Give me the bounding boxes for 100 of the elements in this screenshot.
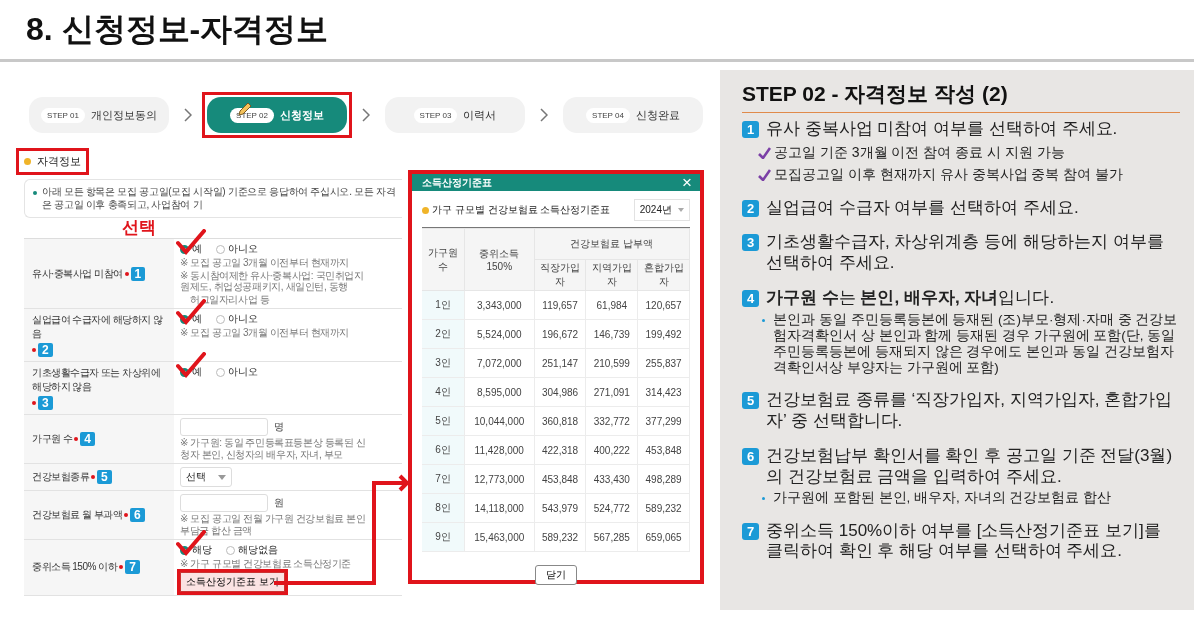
table-cell: 61,984 bbox=[585, 290, 638, 320]
radio-option[interactable]: 예 bbox=[180, 312, 202, 326]
table-cell: 304,986 bbox=[534, 377, 586, 407]
table-cell: 589,232 bbox=[534, 522, 586, 552]
close-button[interactable]: × bbox=[682, 174, 692, 191]
field-label: 기초생활수급자 또는 차상위에 해당하지 않음 bbox=[32, 366, 162, 394]
step-number: 7 bbox=[125, 560, 140, 575]
table-cell: 10,044,000 bbox=[464, 406, 535, 436]
field-label: 중위소득 150% 이하 bbox=[32, 560, 118, 575]
table-cell: 1인 bbox=[422, 290, 465, 320]
radio-option[interactable]: 아니오 bbox=[216, 242, 258, 256]
table-cell: 271,091 bbox=[585, 377, 638, 407]
select-field[interactable]: 선택 bbox=[180, 467, 232, 487]
radio-option[interactable]: 해당없음 bbox=[226, 543, 278, 557]
table-cell: 12,773,000 bbox=[464, 464, 535, 494]
hint-text: ※ 가구원: 동일 주민등록표등본상 등록된 신청자 본인, 신청자의 배우자, 자녀, 부모 bbox=[180, 437, 367, 460]
instruction-detail: 모집공고일 이후 현재까지 유사 중복사업 중복 참여 불가 bbox=[774, 165, 1124, 184]
table-cell: 453,848 bbox=[637, 435, 690, 465]
step-number: 6 bbox=[130, 508, 145, 522]
table-cell: 332,772 bbox=[585, 406, 638, 436]
required-dot-icon bbox=[91, 475, 95, 479]
check-mark-icon bbox=[758, 168, 771, 181]
table-cell: 3인 bbox=[422, 348, 465, 378]
table-cell: 255,837 bbox=[637, 348, 690, 378]
step-tab[interactable]: STEP 04 신청완료 bbox=[563, 97, 703, 133]
slide-title: 8. 신청정보-자격정보 bbox=[26, 9, 329, 49]
close-button[interactable]: 닫기 bbox=[535, 565, 577, 585]
instruction-text: 가구원 수는 본인, 배우자, 자녀입니다. bbox=[766, 287, 1055, 309]
table-title: 가구 규모별 건강보험료 소득산정기준표 bbox=[422, 203, 611, 217]
table-cell: 8,595,000 bbox=[464, 377, 535, 407]
table-cell: 146,739 bbox=[585, 319, 638, 349]
guide-title: STEP 02 - 자격정보 작성 (2) bbox=[742, 80, 1180, 113]
criteria-button[interactable]: 소득산정기준표 보기 bbox=[180, 571, 285, 592]
table-cell: 589,232 bbox=[637, 493, 690, 523]
hint-text: ※ 모집 공고일 3개월 이전부터 현재까지 bbox=[180, 327, 351, 339]
instruction-detail: 가구원에 포함된 본인, 배우자, 자녀의 건강보험료 합산 bbox=[773, 490, 1111, 507]
table-cell: 9인 bbox=[422, 522, 465, 552]
table-cell: 8인 bbox=[422, 493, 465, 523]
year-select[interactable]: 2024년 bbox=[633, 199, 690, 221]
table-cell: 251,147 bbox=[534, 348, 586, 378]
input-field[interactable] bbox=[180, 494, 268, 512]
table-cell: 377,299 bbox=[637, 406, 690, 436]
step-number: 5 bbox=[742, 392, 759, 410]
column-header: 혼합가입자 bbox=[637, 259, 690, 291]
annotation-text: 선택 bbox=[122, 218, 156, 237]
notice-text: 아래 모든 항목은 모집 공고일(모집 시작일) 기준으로 응답하여 주십시오. 모든 자격은 공고일 이후 충족되고, 사업참여 기 bbox=[42, 186, 396, 211]
section-heading: 자격정보 bbox=[16, 148, 89, 175]
instruction-text: 건강보험납부 확인서를 확인 후 공고일 기준 전달(3월)의 건강보험료 금액을 입력하여 주세요. bbox=[766, 445, 1174, 488]
column-header: 지역가입자 bbox=[585, 259, 638, 291]
field-label: 가구원 수 bbox=[32, 432, 73, 446]
radio-option[interactable]: 아니오 bbox=[216, 312, 258, 326]
chevron-icon bbox=[362, 108, 370, 122]
step-number: 4 bbox=[742, 289, 759, 307]
step-tab[interactable]: STEP 01 개인정보동의 bbox=[29, 97, 169, 133]
table-cell: 567,285 bbox=[585, 522, 638, 552]
step-number: 2 bbox=[742, 199, 759, 217]
step-tab[interactable]: STEP 03 이력서 bbox=[385, 97, 525, 133]
step-number: 4 bbox=[80, 432, 95, 446]
required-dot-icon bbox=[74, 437, 79, 441]
table-cell: 659,065 bbox=[637, 522, 690, 552]
radio-option[interactable]: 예 bbox=[180, 242, 202, 256]
table-cell: 120,657 bbox=[637, 290, 690, 320]
table-cell: 453,848 bbox=[534, 464, 586, 494]
required-dot-icon bbox=[119, 565, 124, 570]
table-cell: 543,979 bbox=[534, 493, 586, 523]
hint-text: ※ 모집 공고일 전월 가구원 건강보험료 본인부담금 합산 금액 bbox=[180, 513, 367, 536]
required-dot-icon bbox=[32, 401, 36, 405]
radio-option[interactable]: 해당 bbox=[180, 543, 212, 557]
step-number: 3 bbox=[742, 234, 759, 252]
column-group-header: 건강보험료 납부액 bbox=[534, 228, 690, 260]
unit-label: 원 bbox=[274, 496, 284, 510]
chevron-icon bbox=[540, 108, 548, 122]
step-number: 6 bbox=[742, 447, 759, 465]
table-cell: 2인 bbox=[422, 319, 465, 349]
hint-text: 허그일자리사업 등 bbox=[189, 293, 271, 305]
required-dot-icon bbox=[32, 348, 36, 352]
column-header: 중위소득 150% bbox=[464, 228, 535, 291]
radio-option[interactable]: 아니오 bbox=[216, 365, 258, 379]
table-cell: 360,818 bbox=[534, 406, 586, 436]
instruction-text: 실업급여 수급자 여부를 선택하여 주세요. bbox=[766, 197, 1079, 219]
chevron-icon bbox=[184, 108, 192, 122]
modal-title: 소득산정기준표 bbox=[422, 175, 492, 190]
hint-text: ※ 모집 공고일 3개월 이전부터 현재까지 bbox=[180, 257, 351, 269]
table-cell: 14,118,000 bbox=[464, 493, 535, 523]
instruction-text: 건강보험료 종류를 ‘직장가입자, 지역가입자, 혼합가입자’ 중 선택합니다. bbox=[766, 390, 1174, 432]
table-cell: 433,430 bbox=[585, 464, 638, 494]
radio-option[interactable]: 예 bbox=[180, 365, 202, 379]
required-dot-icon bbox=[124, 271, 129, 276]
input-field[interactable] bbox=[180, 418, 268, 436]
table-cell: 210,599 bbox=[585, 348, 638, 378]
field-label: 건강보험종류 bbox=[32, 470, 89, 484]
instruction-text: 유사 중복사업 미참여 여부를 선택하여 주세요. bbox=[766, 119, 1118, 140]
field-label: 유사·중복사업 미참여 bbox=[32, 266, 123, 281]
instruction-detail: 본인과 동일 주민등록등본에 등재된 (조)부모·형제·자매 중 건강보험자격확인서 상 본인과 함께 등재된 경우 가구원에 포함(단, 동일 주민등록등본에 등재되지 않은 경우에도 본인과 동일 건강보험자격확인서상 부양자는 가구원에 포함) bbox=[773, 311, 1179, 377]
table-cell: 7인 bbox=[422, 464, 465, 494]
table-cell: 498,289 bbox=[637, 464, 690, 494]
column-header: 직장가입자 bbox=[534, 259, 586, 291]
table-cell: 3,343,000 bbox=[464, 290, 535, 320]
step-number: 7 bbox=[742, 522, 759, 540]
step-number: 1 bbox=[742, 121, 759, 138]
